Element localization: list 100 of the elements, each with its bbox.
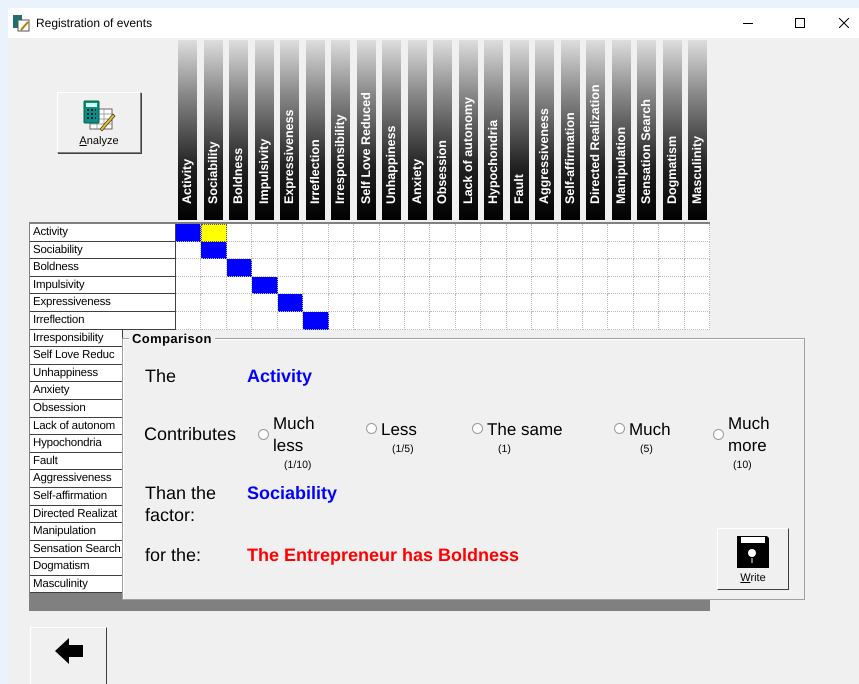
matrix-cell[interactable] [659, 259, 685, 277]
radio-button[interactable] [713, 429, 724, 440]
matrix-cell[interactable] [278, 224, 304, 242]
matrix-cell[interactable] [684, 242, 710, 260]
matrix-cell[interactable] [278, 242, 304, 260]
matrix-cell[interactable] [608, 312, 634, 330]
matrix-cell[interactable] [278, 312, 304, 330]
matrix-cell[interactable] [430, 276, 456, 294]
matrix-cell[interactable] [176, 242, 202, 260]
matrix-cell[interactable] [278, 294, 304, 312]
matrix-cell[interactable] [380, 294, 405, 312]
matrix-cell[interactable] [506, 259, 532, 277]
matrix-cell[interactable] [634, 224, 660, 242]
matrix-cell[interactable] [201, 312, 227, 330]
matrix-cell[interactable] [201, 259, 227, 277]
matrix-cell[interactable] [608, 294, 634, 312]
matrix-cell[interactable] [659, 294, 685, 312]
matrix-cell[interactable] [176, 276, 202, 294]
matrix-cell[interactable] [558, 312, 583, 330]
analyze-button[interactable]: Analyze [57, 92, 141, 153]
matrix-cell[interactable] [252, 224, 278, 242]
matrix-cell[interactable] [558, 276, 583, 294]
matrix-cell[interactable] [328, 276, 354, 294]
matrix-cell[interactable] [506, 224, 532, 242]
matrix-cell[interactable] [583, 259, 608, 277]
matrix-cell[interactable] [532, 312, 558, 330]
matrix-cell[interactable] [201, 242, 227, 260]
matrix-cell[interactable] [252, 242, 278, 260]
option-label[interactable]: Less [381, 419, 417, 441]
radio-button[interactable] [472, 423, 483, 434]
matrix-cell[interactable] [252, 259, 278, 277]
matrix-cell[interactable] [583, 294, 608, 312]
matrix-cell[interactable] [404, 242, 430, 260]
matrix-cell[interactable] [226, 259, 252, 277]
matrix-cell[interactable] [226, 242, 252, 260]
matrix-cell[interactable] [430, 259, 456, 277]
matrix-cell[interactable] [481, 242, 507, 260]
matrix-cell[interactable] [252, 312, 278, 330]
matrix-cell[interactable] [456, 224, 482, 242]
matrix-cell[interactable] [659, 276, 685, 294]
matrix-cell[interactable] [684, 259, 710, 277]
matrix-cell[interactable] [328, 294, 354, 312]
matrix-cell[interactable] [328, 259, 354, 277]
matrix-cell[interactable] [252, 294, 278, 312]
matrix-cell[interactable] [506, 294, 532, 312]
matrix-cell[interactable] [659, 312, 685, 330]
matrix-cell[interactable] [456, 242, 482, 260]
matrix-cell[interactable] [608, 224, 634, 242]
return-button[interactable] [30, 627, 107, 684]
matrix-cell[interactable] [430, 294, 456, 312]
matrix-cell[interactable] [278, 259, 304, 277]
matrix-cell[interactable] [278, 276, 304, 294]
matrix-cell[interactable] [354, 276, 380, 294]
option-label[interactable]: Much less [273, 413, 315, 457]
matrix-cell[interactable] [634, 294, 660, 312]
matrix-cell[interactable] [532, 294, 558, 312]
matrix-cell[interactable] [354, 294, 380, 312]
matrix-cell[interactable] [583, 242, 608, 260]
matrix-cell[interactable] [481, 224, 507, 242]
matrix-cell[interactable] [404, 276, 430, 294]
matrix-cell[interactable] [404, 259, 430, 277]
matrix-cell[interactable] [430, 242, 456, 260]
matrix-cell[interactable] [380, 224, 405, 242]
matrix-cell[interactable] [380, 259, 405, 277]
matrix-cell[interactable] [303, 276, 329, 294]
radio-button[interactable] [258, 429, 269, 440]
option-label[interactable]: Much [629, 419, 671, 441]
matrix-cell[interactable] [303, 294, 329, 312]
radio-button[interactable] [366, 423, 377, 434]
matrix-cell[interactable] [506, 312, 532, 330]
matrix-cell[interactable] [608, 242, 634, 260]
matrix-cell[interactable] [583, 224, 608, 242]
matrix-cell[interactable] [481, 294, 507, 312]
matrix-cell[interactable] [558, 242, 583, 260]
matrix-cell[interactable] [404, 224, 430, 242]
radio-button[interactable] [614, 423, 625, 434]
matrix-cell[interactable] [328, 312, 354, 330]
matrix-cell[interactable] [430, 312, 456, 330]
matrix-cell[interactable] [201, 224, 227, 242]
matrix-cell[interactable] [176, 224, 202, 242]
matrix-cell[interactable] [634, 259, 660, 277]
option-label[interactable]: The same [487, 419, 563, 441]
matrix-cell[interactable] [328, 242, 354, 260]
matrix-cell[interactable] [481, 276, 507, 294]
matrix-cell[interactable] [328, 224, 354, 242]
matrix-cell[interactable] [684, 224, 710, 242]
matrix-cell[interactable] [634, 242, 660, 260]
matrix-cell[interactable] [303, 224, 329, 242]
matrix-cell[interactable] [583, 276, 608, 294]
matrix-cell[interactable] [558, 224, 583, 242]
matrix-cell[interactable] [532, 276, 558, 294]
matrix-cell[interactable] [456, 259, 482, 277]
matrix-cell[interactable] [456, 312, 482, 330]
matrix-cell[interactable] [303, 259, 329, 277]
matrix-cell[interactable] [201, 276, 227, 294]
matrix-cell[interactable] [430, 224, 456, 242]
matrix-cell[interactable] [481, 312, 507, 330]
matrix-cell[interactable] [354, 242, 380, 260]
matrix-cell[interactable] [201, 294, 227, 312]
matrix-cell[interactable] [303, 242, 329, 260]
